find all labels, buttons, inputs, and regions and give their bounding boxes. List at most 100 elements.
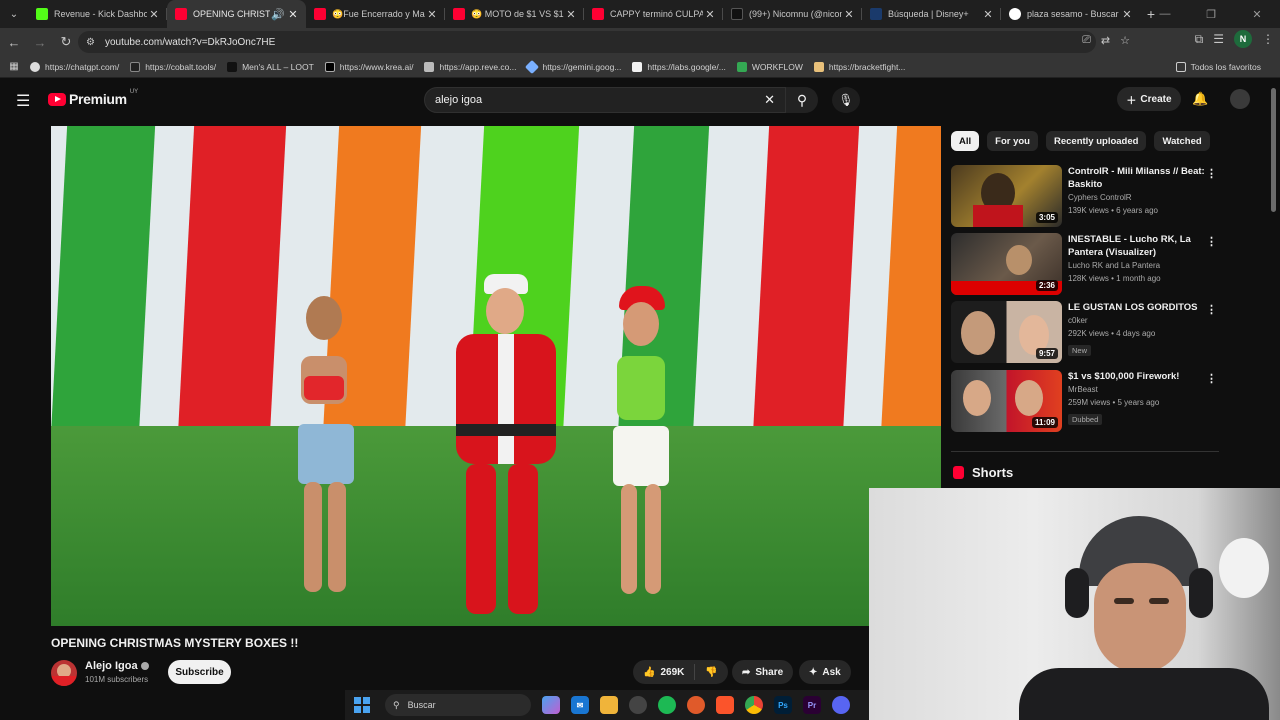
like-button[interactable]: 👍 269K (633, 664, 696, 680)
minimize-icon[interactable]: — (1142, 0, 1188, 28)
video-thumbnail[interactable]: 11:09 (951, 370, 1062, 432)
share-button[interactable]: ➦ Share (732, 660, 794, 684)
premiere-icon[interactable]: Pr (803, 696, 821, 714)
tab-search-icon[interactable]: ⌄ (0, 0, 28, 28)
bookmark-star-icon[interactable]: ☆ (1120, 34, 1130, 47)
more-options-icon[interactable]: ⋮ (1206, 303, 1217, 316)
video-player[interactable] (51, 126, 941, 626)
browser-tab[interactable]: CAPPY terminó CULPADO✕ (584, 0, 723, 28)
video-thumbnail[interactable]: 2:36 (951, 233, 1062, 295)
youtube-favicon-icon (453, 8, 465, 20)
search-input[interactable]: alejo igoa ✕ (424, 87, 786, 113)
video-thumbnail[interactable]: 3:05 (951, 165, 1062, 227)
browser-tab[interactable]: Revenue - Kick Dashboard✕ (28, 0, 167, 28)
mail-icon[interactable]: ✉ (571, 696, 589, 714)
bookmark-item[interactable]: https://app.reve.co... (424, 61, 516, 72)
more-options-icon[interactable]: ⋮ (1206, 372, 1217, 385)
back-icon[interactable]: ← (2, 30, 26, 54)
audio-icon[interactable]: 🔊 (270, 8, 286, 21)
youtube-logo[interactable]: Premium UY (48, 89, 138, 107)
video-thumbnail[interactable]: 9:57 (951, 301, 1062, 363)
browser-tab[interactable]: (99+) Nicomnu (@nicomnu)✕ (723, 0, 862, 28)
clear-search-icon[interactable]: ✕ (764, 92, 775, 108)
browser-menu-icon[interactable]: ⋮ (1262, 32, 1274, 46)
new-badge: New (1068, 345, 1092, 356)
app-icon[interactable] (687, 696, 705, 714)
copilot-icon[interactable] (542, 696, 560, 714)
subscribe-button[interactable]: Subscribe (168, 660, 231, 684)
streamer-face (1094, 563, 1186, 673)
recommendation-item[interactable]: 3:05 ControlR - Mili Milanss // Beat: Ba… (951, 165, 1221, 229)
recommendation-item[interactable]: 11:09 $1 vs $100,000 Firework! MrBeast 2… (951, 370, 1221, 434)
red-stripe (177, 126, 287, 446)
recommendation-item[interactable]: 2:36 INESTABLE - Lucho RK, La Pantera (V… (951, 233, 1221, 297)
browser-tab[interactable]: 😳 MOTO de $1 VS $1.000✕ (445, 0, 584, 28)
photoshop-icon[interactable]: Ps (774, 696, 792, 714)
ask-button[interactable]: ✦ Ask (799, 660, 851, 684)
recommendation-item[interactable]: 9:57 LE GUSTAN LOS GORDITOS c0ker 292K v… (951, 301, 1221, 365)
forward-icon[interactable]: → (28, 30, 52, 54)
reload-icon[interactable]: ↻ (54, 30, 78, 54)
spotify-icon[interactable] (658, 696, 676, 714)
bookmark-item[interactable]: Men's ALL – LOOT (227, 61, 314, 72)
all-bookmarks-folder[interactable]: Todos los favoritos (1175, 61, 1261, 72)
site-info-icon[interactable]: ⚙ (86, 37, 95, 48)
more-options-icon[interactable]: ⋮ (1206, 167, 1217, 180)
channel-avatar[interactable] (51, 660, 77, 686)
close-tab-icon[interactable]: ✕ (1120, 8, 1134, 21)
brave-icon[interactable] (716, 696, 734, 714)
kick-favicon-icon (36, 8, 48, 20)
apps-grid-icon[interactable]: ▦ (0, 61, 28, 72)
translate-icon[interactable]: ⇄ (1101, 34, 1110, 47)
streamer-shirt (1019, 668, 1269, 720)
guide-menu-icon[interactable]: ☰ (16, 91, 30, 111)
browser-tab[interactable]: Búsqueda | Disney+ ✕ (862, 0, 1001, 28)
close-tab-icon[interactable]: ✕ (842, 8, 856, 21)
windows-start-icon[interactable] (351, 694, 373, 716)
close-tab-icon[interactable]: ✕ (147, 8, 161, 21)
extensions-icon[interactable]: ⧉ (1195, 32, 1204, 47)
close-tab-icon[interactable]: ✕ (564, 8, 578, 21)
file-explorer-icon[interactable] (600, 696, 618, 714)
chip-watched[interactable]: Watched (1154, 131, 1210, 151)
more-options-icon[interactable]: ⋮ (1206, 235, 1217, 248)
close-tab-icon[interactable]: ✕ (425, 8, 439, 21)
browser-tab[interactable]: plaza sesamo - Buscar con✕ (1001, 0, 1140, 28)
channel-name[interactable]: Alejo Igoa (85, 660, 149, 672)
discord-icon[interactable] (832, 696, 850, 714)
bookmark-item[interactable]: https://labs.google/... (632, 61, 726, 72)
bookmarks-bar: ▦ https://chatgpt.com/ https://cobalt.to… (0, 56, 1280, 78)
account-avatar[interactable] (1230, 89, 1250, 109)
app-icon[interactable] (629, 696, 647, 714)
dislike-button[interactable]: 👎 (695, 667, 727, 678)
voice-search-icon[interactable]: 🎙 (832, 87, 860, 113)
tab-groups-icon[interactable]: ☰ (1213, 32, 1224, 46)
search-icon[interactable]: ⚲ (786, 87, 818, 113)
page-scrollbar[interactable] (1271, 88, 1276, 212)
taskbar-search[interactable]: ⚲ Buscar (385, 694, 531, 716)
close-tab-icon[interactable]: ✕ (703, 8, 717, 21)
bookmark-item[interactable]: https://www.krea.ai/ (324, 61, 413, 72)
chip-all[interactable]: All (951, 131, 980, 151)
browser-tab-active[interactable]: OPENING CHRISTMAS🔊✕ (167, 0, 306, 28)
create-button[interactable]: ＋ Create (1117, 87, 1181, 111)
bookmark-item[interactable]: https://gemini.goog... (525, 59, 621, 74)
recommendation-channel: MrBeast (1068, 385, 1098, 394)
bookmark-item[interactable]: https://cobalt.tools/ (130, 61, 216, 72)
restore-icon[interactable]: ❐ (1188, 0, 1234, 28)
browser-tab[interactable]: 😳Fue Encerrado y Maltra✕ (306, 0, 445, 28)
close-window-icon[interactable]: ✕ (1234, 0, 1280, 28)
chip-recently-uploaded[interactable]: Recently uploaded (1045, 131, 1147, 151)
address-bar[interactable]: ⚙ youtube.com/watch?v=DkRJoOnc7HE (78, 31, 1096, 53)
chrome-icon[interactable] (745, 696, 763, 714)
video-duration: 2:36 (1035, 280, 1058, 291)
profile-avatar[interactable]: N (1234, 30, 1252, 48)
close-tab-icon[interactable]: ✕ (981, 8, 995, 21)
chip-for-you[interactable]: For you (987, 131, 1038, 151)
bookmark-item[interactable]: https://bracketfight... (813, 61, 905, 72)
cast-icon[interactable]: ⎚ (1082, 34, 1091, 47)
notifications-icon[interactable]: 🔔 (1192, 91, 1208, 107)
bookmark-item[interactable]: https://chatgpt.com/ (30, 61, 119, 72)
bookmark-item[interactable]: WORKFLOW (736, 61, 803, 72)
close-tab-icon[interactable]: ✕ (286, 8, 300, 21)
